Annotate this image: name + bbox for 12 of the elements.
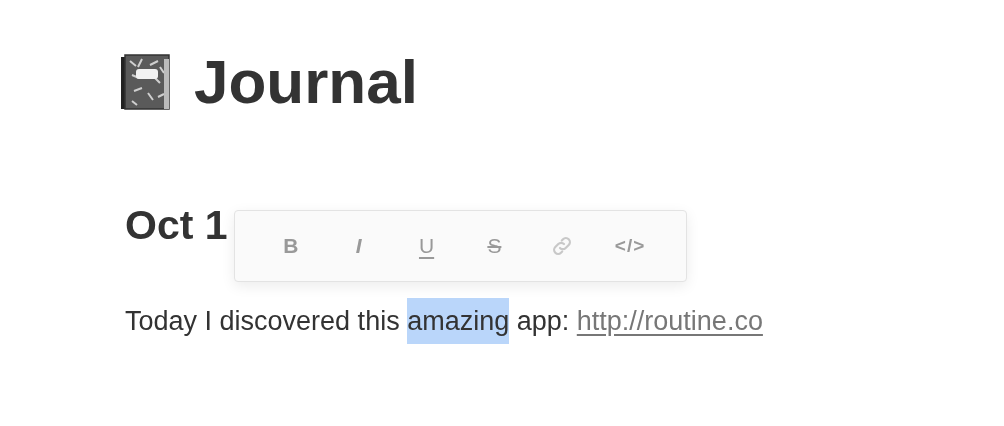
entry-heading: Oct 1 [125,201,228,250]
body-text: app: [515,305,571,338]
italic-button[interactable]: I [336,226,381,266]
page-title: Journal [194,46,418,118]
bold-button[interactable]: B [268,226,313,266]
url-link[interactable]: http://routine.co [576,298,763,344]
underline-button[interactable]: U [404,226,449,266]
code-button[interactable]: </> [608,226,653,266]
notebook-icon [120,53,172,111]
body-text: Today I discovered this [125,305,401,338]
selected-text: amazing [407,298,510,344]
strikethrough-button[interactable]: S [472,226,517,266]
